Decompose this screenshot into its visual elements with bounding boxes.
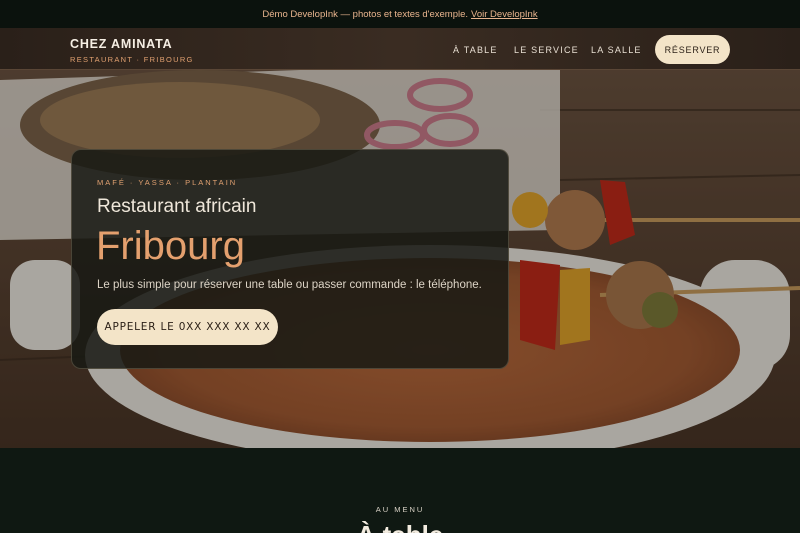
menu-section: AU MENU À table	[0, 448, 800, 533]
nav-link-le-service[interactable]: LE SERVICE	[514, 45, 579, 55]
demo-banner-text: Démo DevelopInk — photos et textes d'exe…	[262, 8, 469, 20]
hero-lead: Le plus simple pour réserver une table o…	[97, 279, 482, 291]
demo-banner: Démo DevelopInk — photos et textes d'exe…	[0, 0, 800, 28]
menu-eyebrow: AU MENU	[375, 505, 425, 514]
main-nav: CHEZ AMINATA RESTAURANT · FRIBOURG À TAB…	[0, 28, 800, 70]
nav-link-la-salle[interactable]: LA SALLE	[591, 45, 642, 55]
nav-link-a-table[interactable]: À TABLE	[453, 45, 498, 55]
hero-subtitle: Restaurant africain	[97, 196, 257, 217]
brand-tagline: RESTAURANT · FRIBOURG	[70, 55, 194, 64]
hero-card: MAFÉ · YASSA · PLANTAIN Restaurant afric…	[71, 149, 509, 369]
brand-name: CHEZ AMINATA	[70, 37, 173, 51]
call-button[interactable]: APPELER LE 0XX XXX XX XX	[97, 309, 278, 345]
brand[interactable]: CHEZ AMINATA RESTAURANT · FRIBOURG	[70, 37, 194, 64]
hero-eyebrow: MAFÉ · YASSA · PLANTAIN	[97, 178, 238, 187]
hero-section: MAFÉ · YASSA · PLANTAIN Restaurant afric…	[0, 70, 800, 448]
menu-title: À table	[0, 520, 800, 533]
reserve-button[interactable]: RÉSERVER	[655, 35, 730, 64]
hero-title: Fribourg	[96, 224, 245, 268]
developink-link[interactable]: Voir DevelopInk	[471, 9, 538, 20]
